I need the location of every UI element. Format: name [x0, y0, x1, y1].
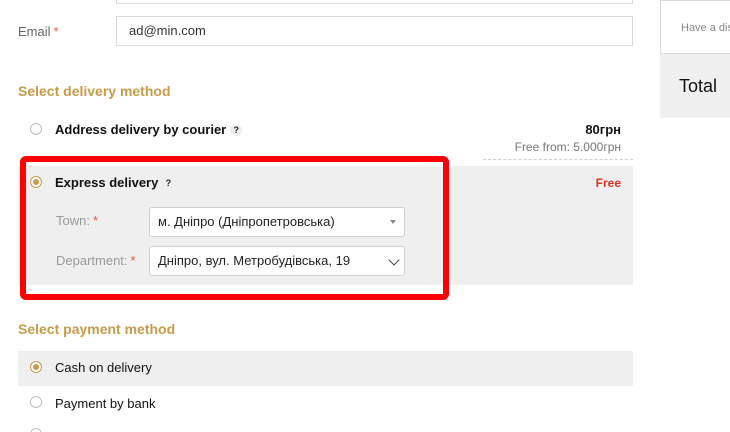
previous-field-input[interactable] — [116, 0, 633, 4]
payment-section-title: Select payment method — [18, 321, 176, 337]
courier-radio[interactable] — [30, 123, 42, 135]
email-input[interactable]: ad@min.com — [116, 16, 633, 46]
help-icon[interactable]: ? — [230, 124, 243, 136]
courier-option-label[interactable]: Address delivery by courier? — [55, 122, 243, 137]
courier-free-from-note: Free from: 5.000грн — [514, 140, 621, 154]
total-panel: Total — [660, 54, 730, 118]
delivery-section-title: Select delivery method — [18, 83, 171, 99]
divider — [483, 159, 633, 160]
discount-input[interactable]: Have a dis — [660, 0, 730, 54]
express-price: Free — [595, 176, 621, 190]
next-payment-radio[interactable] — [30, 428, 42, 432]
bank-option-label[interactable]: Payment by bank — [55, 396, 155, 411]
cash-radio[interactable] — [30, 361, 42, 373]
highlight-box — [20, 156, 449, 300]
courier-price: 80грн — [585, 122, 621, 137]
email-label: Email * — [18, 24, 59, 39]
bank-radio[interactable] — [30, 396, 42, 408]
cash-option-label[interactable]: Cash on delivery — [55, 360, 152, 375]
